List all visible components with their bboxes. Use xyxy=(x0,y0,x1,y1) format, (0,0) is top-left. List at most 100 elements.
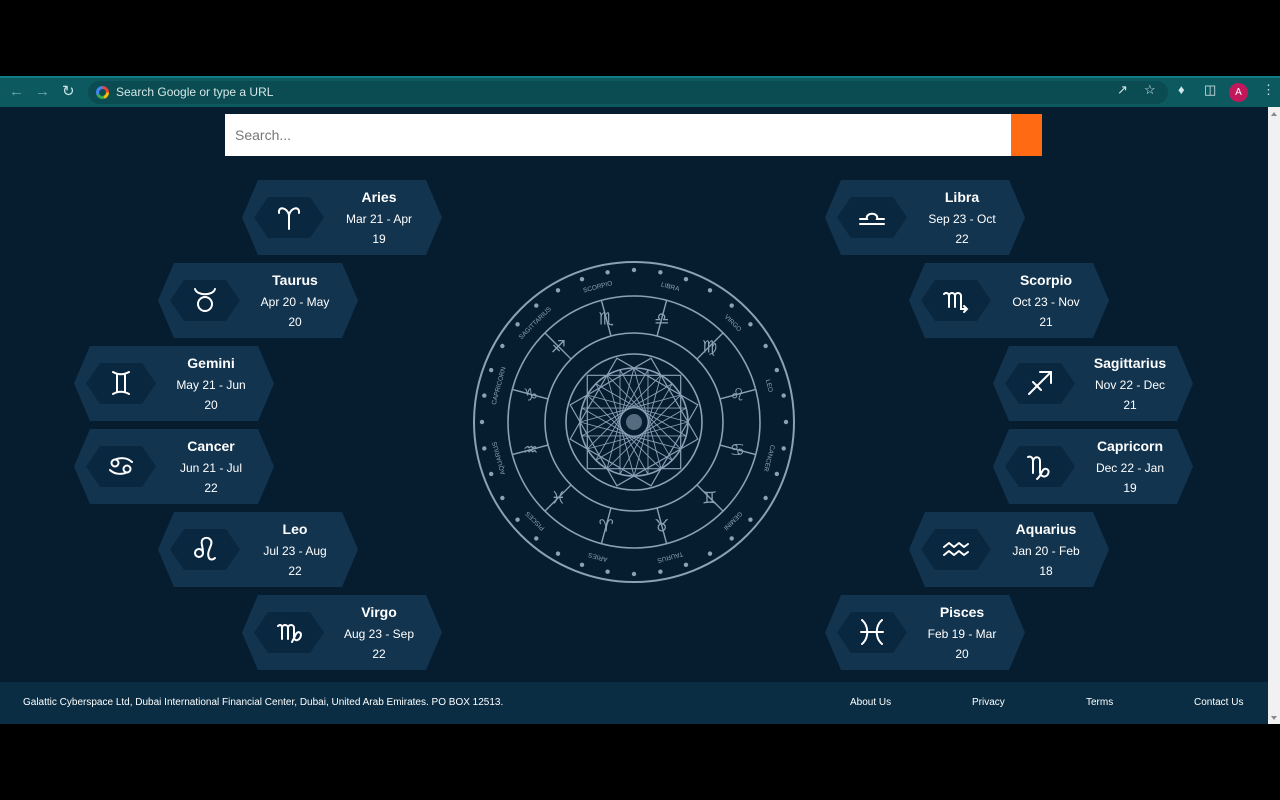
sign-card-capricorn[interactable]: Capricorn Dec 22 - Jan 19 xyxy=(993,429,1193,504)
wheel-dot xyxy=(631,267,637,273)
sign-name: Leo xyxy=(282,521,308,537)
sign-name: Cancer xyxy=(187,438,235,454)
share-icon[interactable]: ↗ xyxy=(1117,83,1128,96)
wheel-dot xyxy=(488,367,494,373)
sign-card-virgo[interactable]: Virgo Aug 23 - Sep 22 xyxy=(242,595,442,670)
wheel-dot xyxy=(781,393,786,398)
wheel-label: PISCES xyxy=(524,509,546,531)
wheel-dot xyxy=(631,571,637,577)
footer-link-about[interactable]: About Us xyxy=(850,697,891,708)
sagittarius-icon xyxy=(1028,371,1052,395)
bookmark-star-icon[interactable]: ☆ xyxy=(1144,83,1156,96)
sign-badge xyxy=(837,612,907,653)
sign-badge xyxy=(1005,363,1075,404)
sign-badge xyxy=(86,446,156,487)
reload-icon[interactable]: ↻ xyxy=(62,84,75,100)
sign-card-libra[interactable]: Libra Sep 23 - Oct 22 xyxy=(825,180,1025,255)
sign-card-taurus[interactable]: Taurus Apr 20 - May 20 xyxy=(158,263,358,338)
sign-card-pisces[interactable]: Pisces Feb 19 - Mar 20 xyxy=(825,595,1025,670)
wheel-glyph: ♉ xyxy=(654,516,669,536)
wheel-dot xyxy=(683,562,689,568)
wheel-dot xyxy=(781,446,786,451)
wheel-dot xyxy=(534,303,539,308)
wheel-star-line xyxy=(581,383,673,437)
wheel-label: VIRGO xyxy=(723,313,743,333)
libra-icon xyxy=(859,212,885,225)
address-bar[interactable]: Search Google or type a URL xyxy=(88,81,1168,104)
menu-kebab-icon[interactable]: ⋮ xyxy=(1262,83,1275,96)
wheel-star-line xyxy=(595,383,687,437)
side-panel-icon[interactable]: ◫ xyxy=(1204,83,1216,96)
wheel-glyph: ♊ xyxy=(702,489,717,509)
sign-name: Aries xyxy=(361,189,397,205)
sign-name: Taurus xyxy=(272,272,318,288)
sign-badge xyxy=(921,280,991,321)
search-button[interactable] xyxy=(1011,114,1042,156)
wheel-glyph: ♋ xyxy=(730,441,745,461)
sign-card-aries[interactable]: Aries Mar 21 - Apr 19 xyxy=(242,180,442,255)
sign-card-gemini[interactable]: Gemini May 21 - Jun 20 xyxy=(74,346,274,421)
wheel-label: TAURUS xyxy=(656,550,684,564)
letterbox-top xyxy=(0,0,1280,76)
wheel-dot xyxy=(482,446,487,451)
search-input[interactable] xyxy=(225,114,1011,156)
footer-link-terms[interactable]: Terms xyxy=(1086,697,1113,708)
sign-card-cancer[interactable]: Cancer Jun 21 - Jul 22 xyxy=(74,429,274,504)
virgo-icon xyxy=(277,623,303,643)
wheel-dot xyxy=(748,517,753,522)
wheel-label: ARIES xyxy=(587,551,608,563)
profile-avatar[interactable]: A xyxy=(1229,83,1248,102)
wheel-dot xyxy=(555,288,561,293)
back-icon[interactable]: ← xyxy=(9,84,24,100)
wheel-glyph: ♏ xyxy=(599,310,614,330)
sign-dates: Nov 22 - Dec 21 xyxy=(1094,378,1166,412)
wheel-star-line xyxy=(595,369,649,461)
sign-card-sagittarius[interactable]: Sagittarius Nov 22 - Dec 21 xyxy=(993,346,1193,421)
wheel-glyph: ♌ xyxy=(730,385,745,405)
sign-card-scorpio[interactable]: Scorpio Oct 23 - Nov 21 xyxy=(909,263,1109,338)
sign-badge xyxy=(837,197,907,238)
sign-badge xyxy=(254,612,324,653)
wheel-dot xyxy=(534,536,539,541)
wheel-dot xyxy=(555,551,561,556)
sign-dates: Mar 21 - Apr 19 xyxy=(345,212,413,246)
forward-icon[interactable]: → xyxy=(35,84,50,100)
wheel-dot xyxy=(774,471,780,477)
footer-address: Galattic Cyberspace Ltd, Dubai Internati… xyxy=(23,697,504,708)
wheel-dot xyxy=(605,270,610,275)
sign-dates: Aug 23 - Sep 22 xyxy=(343,627,415,661)
page-scrollbar[interactable] xyxy=(1268,107,1280,724)
sign-badge xyxy=(86,363,156,404)
footer-link-privacy[interactable]: Privacy xyxy=(972,697,1005,708)
wheel-dot xyxy=(579,562,585,568)
footer-link-contact[interactable]: Contact Us xyxy=(1194,697,1243,708)
footer: Galattic Cyberspace Ltd, Dubai Internati… xyxy=(0,682,1268,724)
sign-badge xyxy=(254,197,324,238)
aquarius-icon xyxy=(943,542,969,556)
scorpio-icon xyxy=(943,291,969,313)
wheel-label: SCORPIO xyxy=(583,280,614,295)
sign-dates: Apr 20 - May 20 xyxy=(260,295,330,329)
scroll-down-icon[interactable] xyxy=(1271,716,1277,720)
sign-badge xyxy=(921,529,991,570)
wheel-dot xyxy=(748,322,753,327)
sign-name: Gemini xyxy=(187,355,235,371)
wheel-label: CANCER xyxy=(762,444,776,473)
sign-card-leo[interactable]: Leo Jul 23 - Aug 22 xyxy=(158,512,358,587)
wheel-dot xyxy=(729,303,734,308)
wheel-glyph: ♐ xyxy=(551,337,566,357)
wheel-glyph: ♎ xyxy=(654,310,669,330)
sign-dates: Oct 23 - Nov 21 xyxy=(1012,295,1080,329)
cancer-icon xyxy=(109,457,133,475)
scroll-up-icon[interactable] xyxy=(1271,112,1277,116)
sign-dates: Jul 23 - Aug 22 xyxy=(263,544,327,578)
sign-name: Aquarius xyxy=(1015,521,1077,537)
extensions-icon[interactable]: ♦ xyxy=(1178,83,1185,96)
sign-card-aquarius[interactable]: Aquarius Jan 20 - Feb 18 xyxy=(909,512,1109,587)
wheel-star-line xyxy=(595,383,649,475)
wheel-star-line xyxy=(581,407,673,461)
wheel-label: LEO xyxy=(764,379,774,393)
zodiac-wheel-illustration: ♏ SCORPIO ♎ LIBRA ♍ VIRGO ♌ LEO ♋ CANCER ♊GEMINI ♉ T… xyxy=(473,261,795,583)
search-bar xyxy=(225,114,1042,156)
wheel-star-line xyxy=(619,369,673,461)
